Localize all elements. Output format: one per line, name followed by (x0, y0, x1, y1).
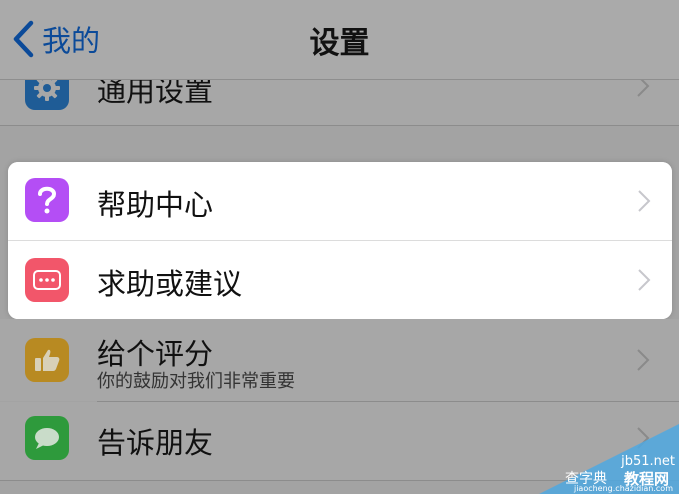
settings-row-label: 通用设置 (97, 80, 214, 108)
question-mark-icon (25, 178, 69, 222)
highlighted-card: 帮助中心 求助或建议 (8, 162, 672, 319)
chevron-right-icon (638, 269, 651, 291)
settings-row-label: 帮助中心 (97, 188, 214, 222)
page-title: 设置 (309, 26, 370, 61)
thumbs-up-icon (25, 338, 69, 382)
navigation-bar: 我的 设置 (0, 0, 679, 80)
message-bubble-icon (25, 416, 69, 460)
gear-icon (25, 80, 69, 110)
settings-row-feedback[interactable]: 求助或建议 (8, 241, 672, 319)
watermark-url: jiaocheng.chazidian.com (573, 484, 673, 493)
watermark: jb51.net 查字典 教程网 jiaocheng.chazidian.com (539, 424, 679, 494)
chevron-right-icon (637, 349, 650, 371)
section-divider (0, 125, 679, 126)
settings-row-general[interactable]: 通用设置 (0, 80, 679, 125)
settings-row-sublabel: 你的鼓励对我们非常重要 (97, 371, 295, 392)
chevron-right-icon (637, 80, 650, 97)
chat-bubble-ellipsis-icon (25, 258, 69, 302)
chevron-right-icon (638, 190, 651, 212)
settings-row-label: 告诉朋友 (97, 426, 214, 460)
watermark-site: jb51.net (621, 454, 675, 469)
settings-row-help-center[interactable]: 帮助中心 (8, 162, 672, 240)
settings-row-label: 求助或建议 (97, 267, 243, 301)
settings-row-rate[interactable]: 给个评分 你的鼓励对我们非常重要 (0, 319, 679, 401)
